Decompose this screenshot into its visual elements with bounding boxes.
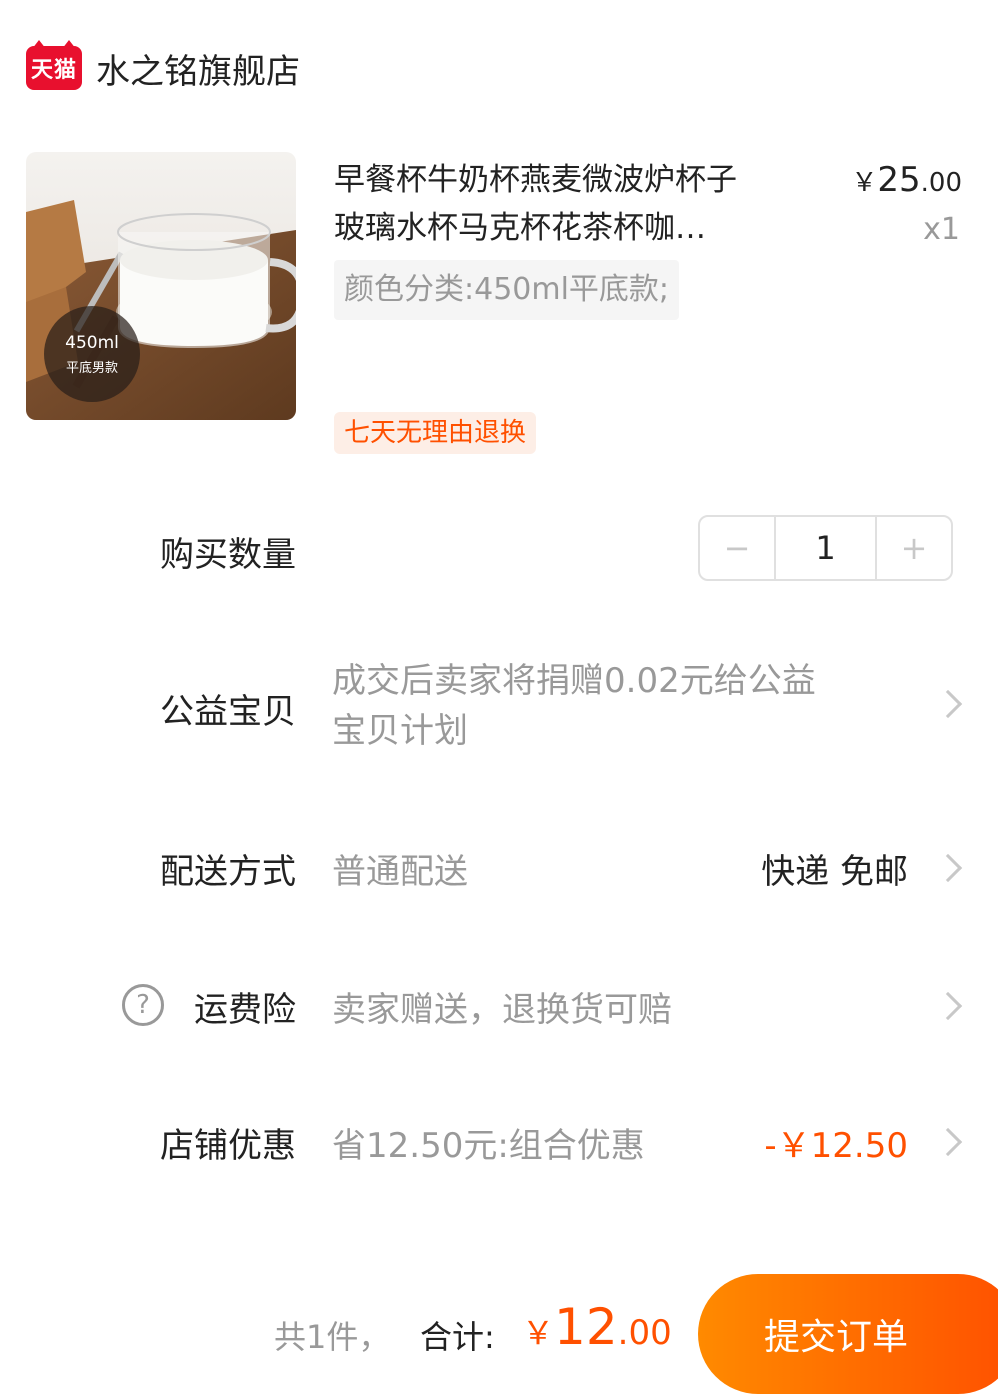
store-discount-row[interactable]: 店铺优惠 省12.50元:组合优惠 -￥12.50 <box>0 1118 998 1168</box>
chevron-right-icon <box>933 853 963 883</box>
order-card: 天猫 水之铭旗舰店 450ml 平底男款 早餐杯牛奶杯燕麦微波炉杯子 玻璃水杯马… <box>0 0 998 1398</box>
tmall-logo-text: 天猫 <box>30 58 77 83</box>
shop-name[interactable]: 水之铭旗舰店 <box>96 44 300 93</box>
quantity-stepper[interactable]: − 1 + <box>698 515 953 581</box>
product-title[interactable]: 早餐杯牛奶杯燕麦微波炉杯子 玻璃水杯马克杯花茶杯咖… <box>334 156 810 252</box>
store-discount-label: 店铺优惠 <box>160 1126 296 1166</box>
quantity-plus-button[interactable]: + <box>877 517 951 579</box>
return-policy-badge: 七天无理由退换 <box>334 412 537 454</box>
product-title-line1: 早餐杯牛奶杯燕麦微波炉杯子 <box>334 162 737 198</box>
price-integer: 25 <box>877 160 921 200</box>
tmall-logo-icon: 天猫 <box>26 40 82 90</box>
chevron-right-icon <box>933 689 963 719</box>
product-image[interactable]: 450ml 平底男款 <box>26 152 296 420</box>
total-decimal: .00 <box>617 1313 672 1353</box>
delivery-right: 快递 免邮 <box>761 852 908 892</box>
charity-label: 公益宝贝 <box>160 692 296 732</box>
sku-label[interactable]: 颜色分类:450ml平底款; <box>334 260 680 320</box>
item-count: 共1件， <box>274 1318 391 1356</box>
price-decimal: .00 <box>920 168 962 198</box>
store-discount-amount: -￥12.50 <box>764 1126 908 1166</box>
chevron-right-icon <box>933 1127 963 1157</box>
charity-value: 成交后卖家将捐赠0.02元给公益 宝贝计划 <box>332 656 892 756</box>
product-title-line2: 玻璃水杯马克杯花茶杯咖… <box>334 210 706 246</box>
insurance-row[interactable]: ? 运费险 卖家赠送，退换货可赔 <box>0 982 998 1032</box>
total-label: 合计: <box>420 1318 495 1356</box>
delivery-value: 普通配送 <box>332 852 468 892</box>
chevron-right-icon <box>933 991 963 1021</box>
product-price: ￥25.00 <box>851 160 962 200</box>
total-currency: ￥ <box>522 1314 555 1352</box>
charity-value-line1: 成交后卖家将捐赠0.02元给公益 <box>332 661 816 701</box>
image-badge: 450ml 平底男款 <box>44 306 140 402</box>
shop-header[interactable]: 天猫 水之铭旗舰店 <box>26 40 300 93</box>
charity-value-line2: 宝贝计划 <box>332 711 468 751</box>
insurance-label: 运费险 <box>194 990 296 1030</box>
quantity-minus-button[interactable]: − <box>700 517 774 579</box>
checkout-bar: 共1件， 合计: ￥12.00 提交订单 <box>0 1270 998 1398</box>
total-price: ￥12.00 <box>522 1298 672 1356</box>
total-integer: 12 <box>554 1298 618 1356</box>
store-discount-value: 省12.50元:组合优惠 <box>332 1126 645 1166</box>
image-badge-size: 450ml <box>65 332 119 353</box>
quantity-value[interactable]: 1 <box>774 517 877 579</box>
question-icon[interactable]: ? <box>122 984 164 1026</box>
image-badge-style: 平底男款 <box>65 360 118 376</box>
delivery-row[interactable]: 配送方式 普通配送 快递 免邮 <box>0 844 998 894</box>
quantity-label: 购买数量 <box>160 535 296 575</box>
delivery-label: 配送方式 <box>160 852 296 892</box>
charity-row[interactable]: 公益宝贝 成交后卖家将捐赠0.02元给公益 宝贝计划 <box>0 656 998 766</box>
product-quantity: x1 <box>923 212 960 247</box>
submit-order-button[interactable]: 提交订单 <box>698 1274 998 1394</box>
insurance-value: 卖家赠送，退换货可赔 <box>332 990 672 1030</box>
price-currency: ￥ <box>851 168 878 198</box>
